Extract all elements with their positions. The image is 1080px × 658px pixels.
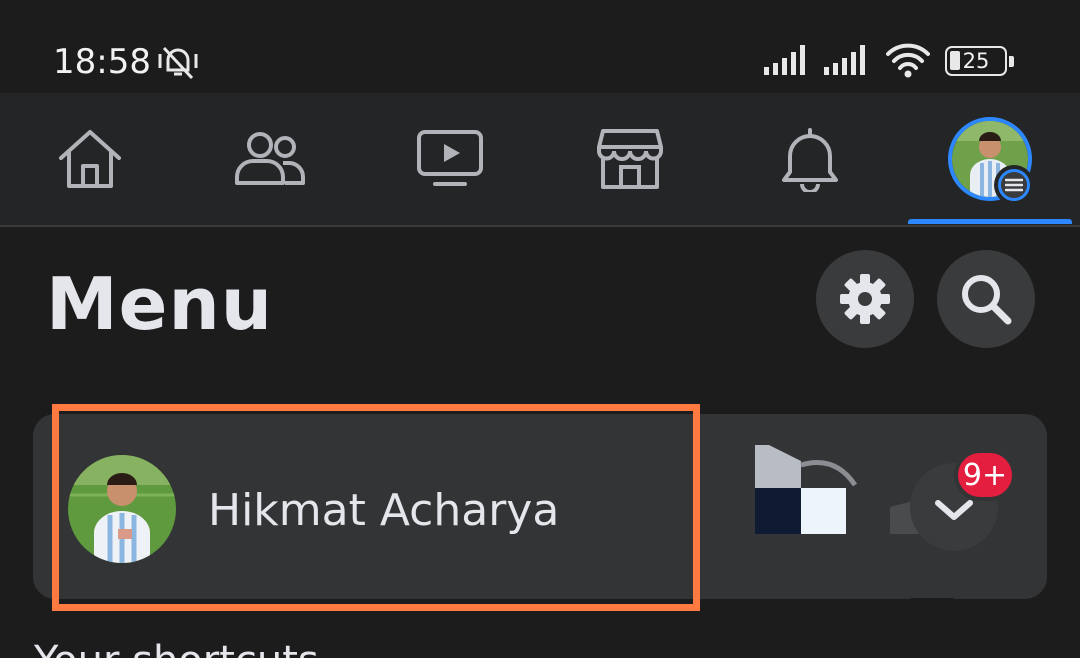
tab-friends[interactable] <box>180 93 360 225</box>
active-tab-indicator <box>908 219 1072 224</box>
status-bar: 18:58 25 <box>0 0 1080 93</box>
signal-icon <box>764 45 812 80</box>
profile-name[interactable]: Hikmat Acharya <box>208 485 559 536</box>
menu-hamburger-badge <box>994 165 1034 205</box>
video-icon <box>417 130 483 186</box>
tab-menu[interactable] <box>900 93 1080 225</box>
status-time: 18:58 <box>53 42 151 82</box>
wifi-icon <box>884 42 932 83</box>
friends-icon <box>235 132 305 185</box>
tab-notifications[interactable] <box>720 93 900 225</box>
marketplace-icon <box>597 129 663 189</box>
top-tab-bar <box>0 93 1080 227</box>
shortcuts-section-title: Your shortcuts <box>34 638 319 658</box>
page-logo-icon[interactable] <box>755 445 859 542</box>
settings-button[interactable] <box>816 250 914 348</box>
signal-icon <box>824 45 872 80</box>
page-title: Menu <box>46 262 273 346</box>
search-button[interactable] <box>937 250 1035 348</box>
tab-watch[interactable] <box>360 93 540 225</box>
search-icon <box>962 275 1012 325</box>
bell-icon <box>782 128 838 192</box>
gear-icon <box>840 274 890 324</box>
home-icon <box>59 130 121 188</box>
battery-nub <box>1009 56 1014 67</box>
tab-home[interactable] <box>0 93 180 225</box>
notification-count-badge: 9+ <box>954 449 1016 501</box>
tab-marketplace[interactable] <box>540 93 720 225</box>
hamburger-icon <box>1005 178 1023 192</box>
mute-vibrate-icon <box>156 42 200 87</box>
battery-level: 25 <box>962 49 990 73</box>
battery-icon: 25 <box>945 46 1014 76</box>
profile-avatar[interactable] <box>68 455 176 563</box>
